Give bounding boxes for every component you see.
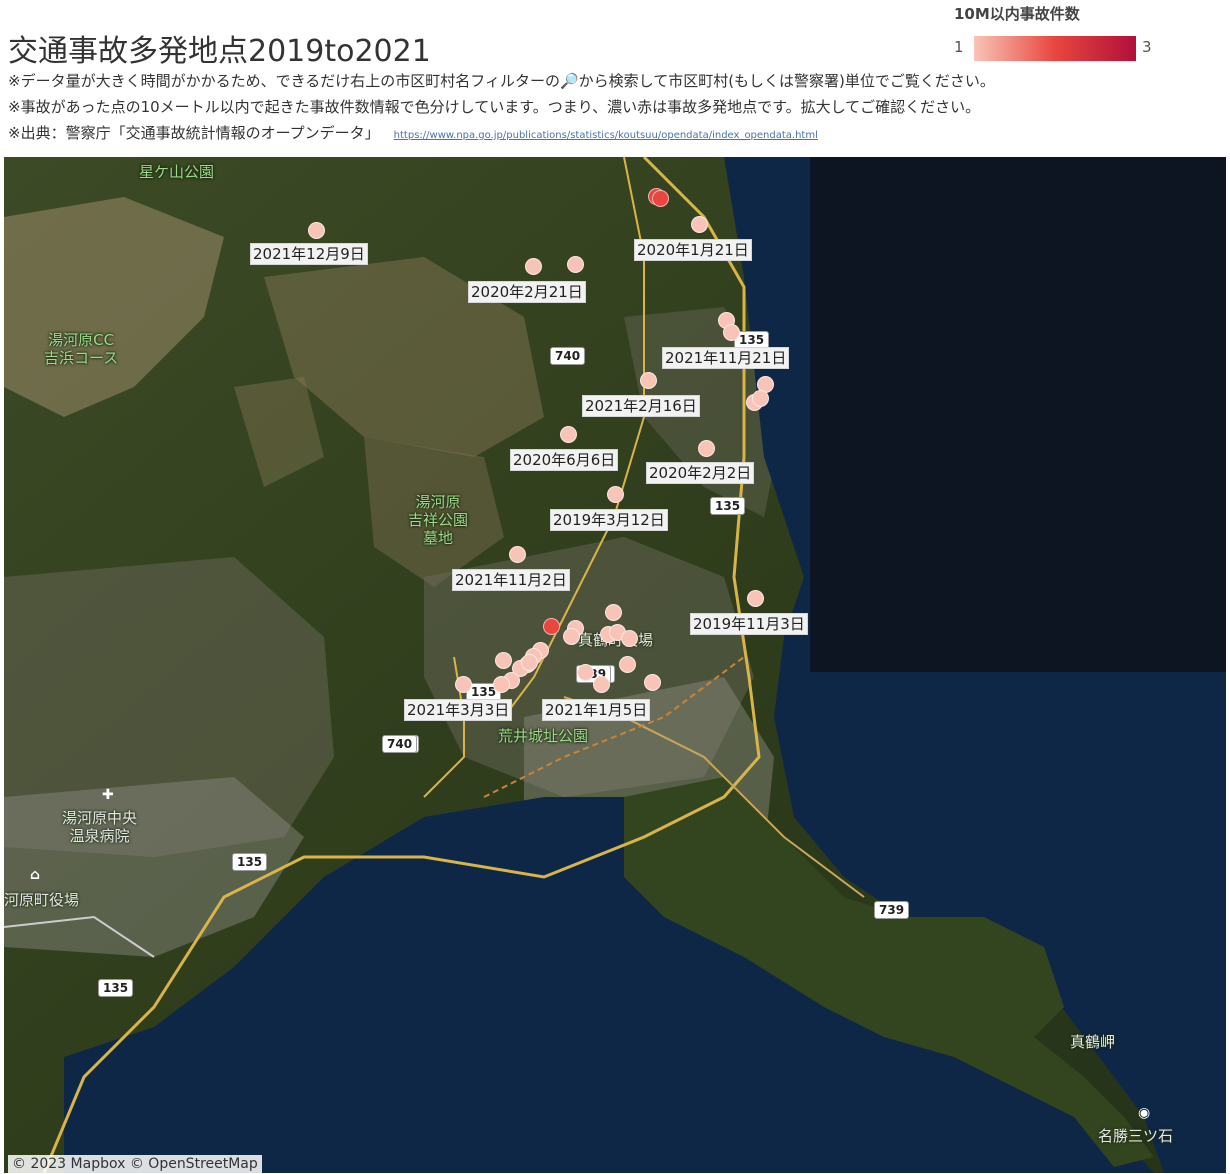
legend-title: 10M以内事故件数 bbox=[954, 5, 1080, 23]
accident-marker[interactable] bbox=[621, 630, 638, 647]
place-label-arai-castle: 荒井城址公園 bbox=[498, 727, 589, 745]
dark-ocean-tile bbox=[810, 157, 1226, 672]
legend-max-label: 3 bbox=[1142, 38, 1152, 56]
place-label-golf-course: 湯河原CC 吉浜コース bbox=[44, 331, 119, 367]
accident-marker[interactable] bbox=[698, 440, 715, 457]
accident-marker[interactable] bbox=[640, 372, 657, 389]
accident-marker[interactable] bbox=[652, 190, 669, 207]
note-usage: ※データ量が大きく時間がかかるため、できるだけ右上の市区町村名フィルターの🔎から… bbox=[8, 72, 995, 90]
accident-marker[interactable] bbox=[495, 652, 512, 669]
color-legend: 10M以内事故件数 1 3 bbox=[948, 0, 1168, 70]
accident-date-label: 2021年1月5日 bbox=[542, 699, 651, 721]
accident-marker[interactable] bbox=[455, 676, 472, 693]
route-shield-739: 739 bbox=[874, 901, 910, 919]
source-text: ※出典：警察庁「交通事故統計情報のオープンデータ」 bbox=[8, 124, 380, 142]
accident-marker[interactable] bbox=[521, 654, 538, 671]
accident-marker[interactable] bbox=[607, 486, 624, 503]
legend-gradient-bar bbox=[974, 36, 1136, 61]
accident-date-label: 2021年11月2日 bbox=[452, 569, 570, 591]
accident-marker[interactable] bbox=[747, 590, 764, 607]
page-title: 交通事故多発地点2019to2021 bbox=[8, 34, 431, 69]
osm-attribution-link[interactable]: © OpenStreetMap bbox=[130, 1156, 258, 1172]
accident-marker[interactable] bbox=[493, 676, 510, 693]
place-label-mitsuishi: 名勝三ツ石 bbox=[1098, 1127, 1174, 1145]
note-coloring: ※事故があった点の10メートル以内で起きた事故件数情報で色分けしています。つまり… bbox=[8, 98, 981, 116]
mapbox-attribution-link[interactable]: © 2023 Mapbox bbox=[12, 1156, 125, 1172]
accident-date-label: 2021年2月16日 bbox=[582, 395, 700, 417]
route-shield-740: 740 bbox=[550, 347, 586, 365]
route-shield-740: 740 bbox=[382, 735, 418, 753]
accident-marker[interactable] bbox=[543, 618, 560, 635]
accident-date-label: 2020年2月2日 bbox=[646, 462, 755, 484]
accident-marker[interactable] bbox=[619, 656, 636, 673]
accident-marker[interactable] bbox=[563, 628, 580, 645]
satellite-map[interactable]: 星ケ山公園湯河原CC 吉浜コース湯河原 吉祥公園 墓地湯河原中央 温泉病院河原町役場 荒井… bbox=[4, 157, 1226, 1173]
accident-date-label: 2020年6月6日 bbox=[510, 449, 619, 471]
accident-marker[interactable] bbox=[644, 674, 661, 691]
accident-date-label: 2021年3月3日 bbox=[404, 699, 513, 721]
legend-min-label: 1 bbox=[954, 38, 964, 56]
accident-marker[interactable] bbox=[560, 426, 577, 443]
accident-marker[interactable] bbox=[525, 258, 542, 275]
route-shield-135: 135 bbox=[232, 853, 268, 871]
route-shield-135: 135 bbox=[710, 497, 746, 515]
route-shield-135: 135 bbox=[98, 979, 134, 997]
place-label-hoshigayama: 星ケ山公園 bbox=[139, 163, 215, 181]
accident-marker[interactable] bbox=[567, 256, 584, 273]
hospital-icon: ✚ bbox=[102, 787, 114, 803]
place-label-manazuru-cape: 真鶴岬 bbox=[1070, 1033, 1116, 1051]
accident-marker[interactable] bbox=[723, 324, 740, 341]
accident-marker[interactable] bbox=[593, 676, 610, 693]
viewpoint-icon: ◉ bbox=[1138, 1105, 1151, 1121]
accident-marker[interactable] bbox=[308, 222, 325, 239]
accident-marker[interactable] bbox=[509, 546, 526, 563]
accident-date-label: 2019年3月12日 bbox=[550, 509, 668, 531]
accident-date-label: 2020年1月21日 bbox=[634, 239, 752, 261]
source-link[interactable]: https://www.npa.go.jp/publications/stati… bbox=[394, 130, 818, 141]
accident-marker[interactable] bbox=[577, 664, 594, 681]
accident-date-label: 2020年2月21日 bbox=[468, 281, 586, 303]
accident-date-label: 2019年11月3日 bbox=[690, 613, 808, 635]
accident-marker[interactable] bbox=[752, 390, 769, 407]
accident-marker[interactable] bbox=[605, 604, 622, 621]
accident-date-label: 2021年11月21日 bbox=[662, 347, 790, 369]
accident-date-label: 2021年12月9日 bbox=[250, 243, 368, 265]
note-source: ※出典：警察庁「交通事故統計情報のオープンデータ」 https://www.npa… bbox=[8, 122, 818, 143]
place-label-town-hall: 河原町役場 bbox=[4, 891, 80, 909]
map-attribution: © 2023 Mapbox © OpenStreetMap bbox=[8, 1155, 262, 1173]
place-label-hospital: 湯河原中央 温泉病院 bbox=[62, 809, 138, 845]
accident-marker[interactable] bbox=[691, 216, 708, 233]
town-hall-icon: ⌂ bbox=[30, 867, 41, 883]
place-label-kissho-park: 湯河原 吉祥公園 墓地 bbox=[408, 493, 469, 547]
